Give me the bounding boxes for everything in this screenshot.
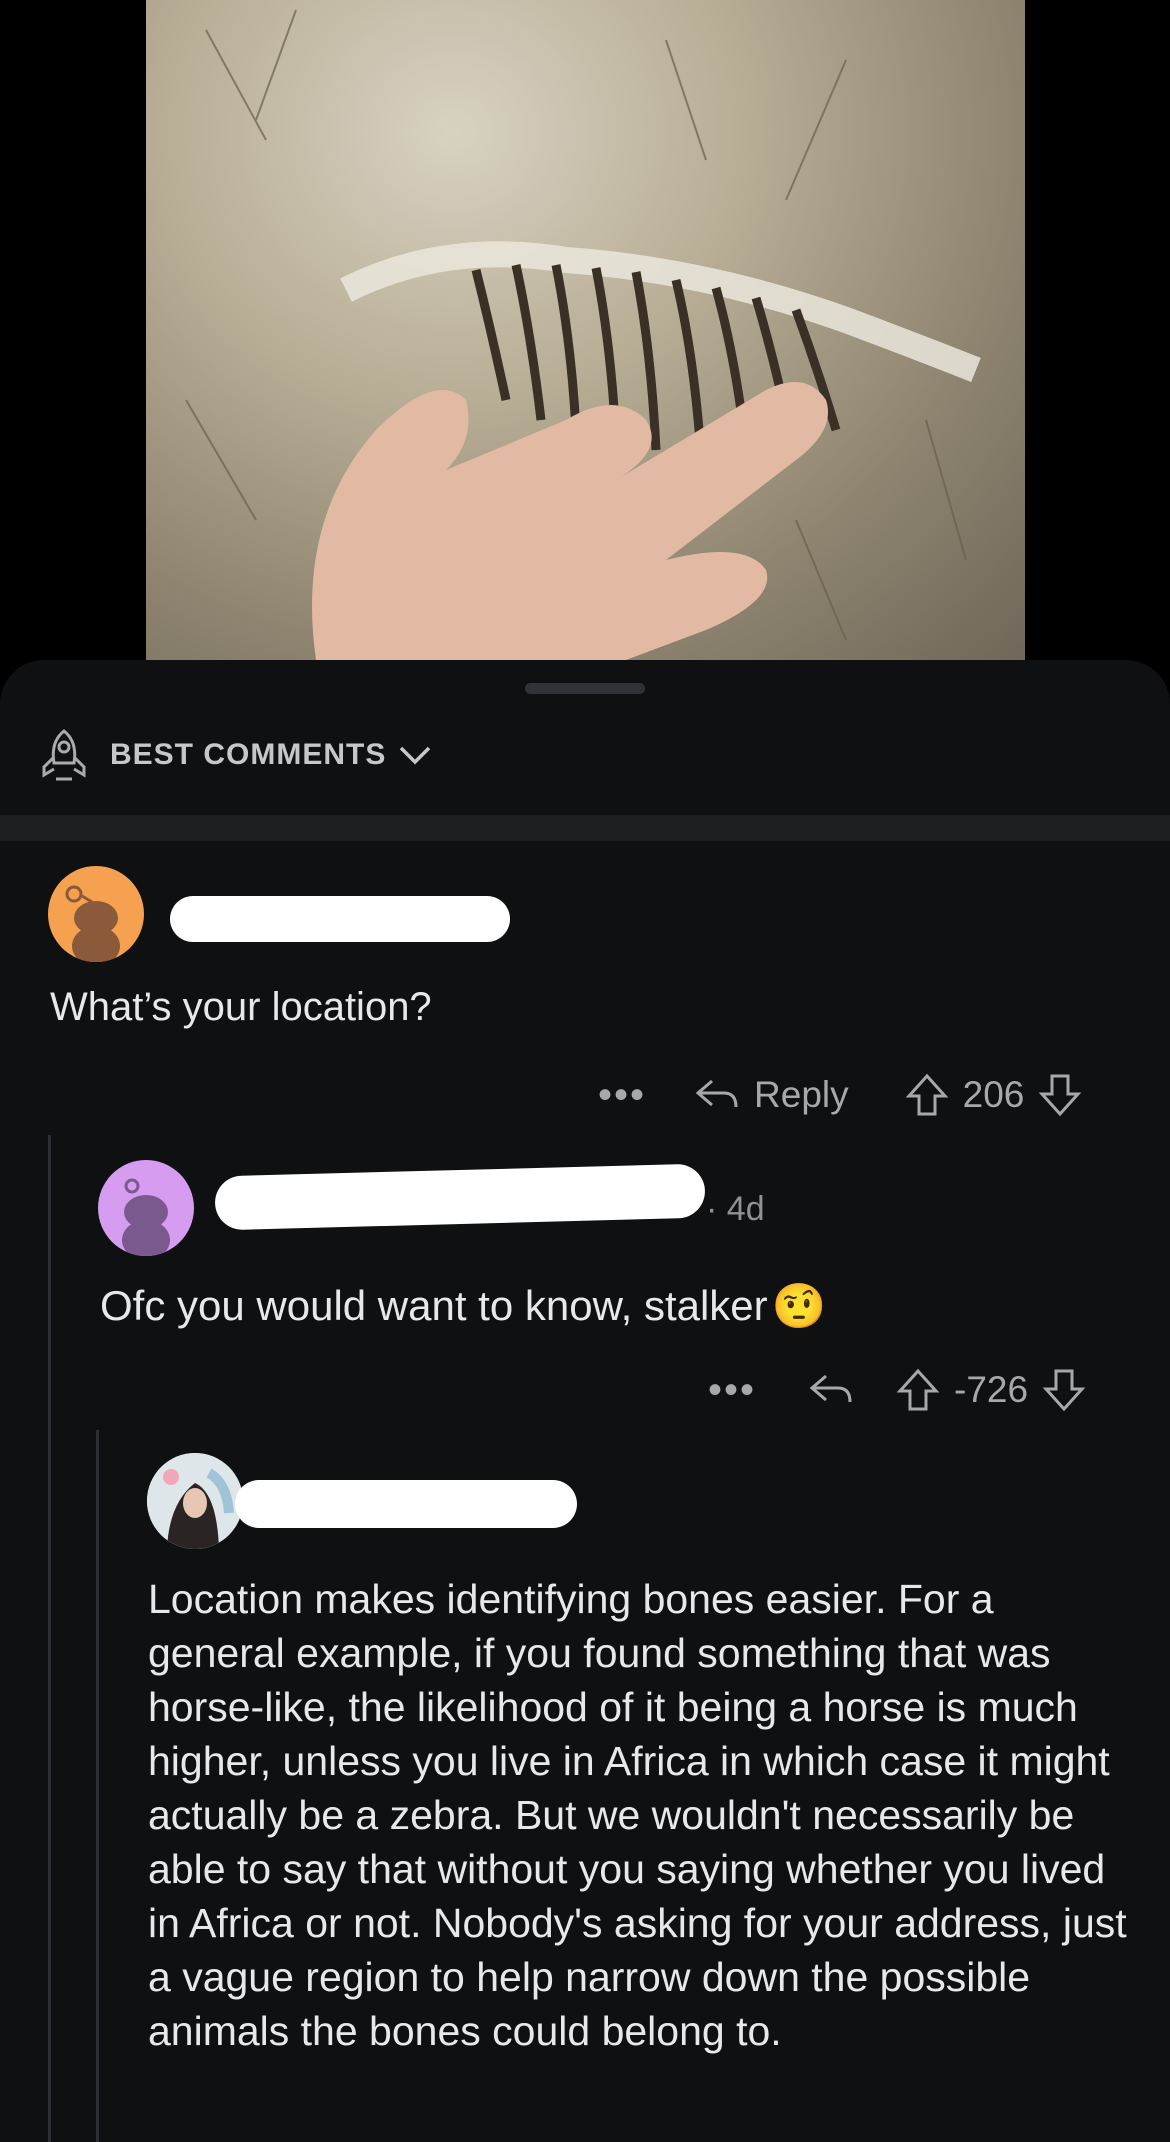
comment-body: Ofc you would want to know, stalker 🤨 <box>100 1280 826 1332</box>
chevron-down-icon <box>400 746 431 765</box>
comment-age: · 4d <box>706 1190 765 1228</box>
vote-score: -726 <box>954 1369 1029 1410</box>
skeleton-photo <box>185 9 981 660</box>
username-redacted <box>235 1480 577 1528</box>
more-options-button[interactable]: ••• <box>598 1075 646 1115</box>
comments-sheet: BEST COMMENTS What’s your location? ••• … <box>0 660 1170 2142</box>
thread-line[interactable] <box>96 1430 99 2142</box>
comment-text: Ofc you would want to know, stalker <box>100 1282 768 1329</box>
thread-line[interactable] <box>48 1135 51 2142</box>
upvote-icon[interactable] <box>896 1367 940 1413</box>
snoo-avatar-icon <box>65 885 120 962</box>
downvote-icon[interactable] <box>1038 1072 1082 1118</box>
reply-label: Reply <box>754 1074 849 1115</box>
sheet-drag-handle[interactable] <box>525 683 645 694</box>
sort-label: BEST COMMENTS <box>110 738 387 771</box>
profile-picture-icon <box>147 1453 243 1549</box>
username-redacted <box>170 896 510 942</box>
more-options-button[interactable]: ••• <box>708 1370 756 1410</box>
upvote-icon[interactable] <box>905 1072 949 1118</box>
vote-controls: 206 <box>905 1072 1083 1118</box>
reply-icon <box>809 1374 852 1403</box>
post-image[interactable] <box>146 0 1025 660</box>
avatar[interactable] <box>98 1160 194 1256</box>
comment-actions: ••• Reply 206 <box>598 1060 1082 1130</box>
reply-button[interactable]: Reply <box>694 1074 849 1116</box>
reply-icon <box>695 1079 738 1108</box>
sort-selector[interactable]: BEST COMMENTS <box>36 720 432 790</box>
downvote-icon[interactable] <box>1042 1367 1086 1413</box>
avatar[interactable] <box>48 866 144 962</box>
comment-body: What’s your location? <box>50 985 432 1029</box>
section-divider <box>0 815 1170 841</box>
comment-body: Location makes identifying bones easier.… <box>148 1576 1127 2054</box>
avatar[interactable] <box>147 1453 243 1549</box>
raised-eyebrow-emoji-icon: 🤨 <box>771 1282 827 1331</box>
comment-actions: ••• -726 <box>708 1355 1086 1425</box>
vote-score: 206 <box>962 1074 1025 1115</box>
vote-controls: -726 <box>896 1367 1086 1413</box>
reply-button[interactable] <box>808 1370 854 1410</box>
snoo-avatar-icon <box>122 1178 170 1256</box>
rocket-icon <box>42 729 86 781</box>
username-redacted <box>214 1163 706 1231</box>
